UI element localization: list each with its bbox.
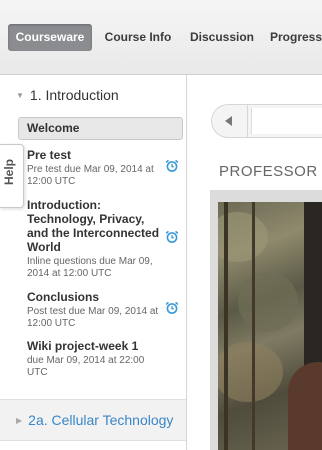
sequence-tab[interactable]	[251, 108, 322, 134]
alarm-clock-icon	[165, 159, 179, 172]
video-player[interactable]	[210, 190, 322, 450]
sequence-due-date: Inline questions due Mar 09, 2014 at 12:…	[27, 256, 153, 279]
video-frame-image	[218, 202, 322, 450]
alarm-clock-icon	[165, 301, 179, 314]
chevron-right-icon: ▶	[16, 416, 23, 425]
help-label: Help	[2, 158, 16, 185]
help-tab[interactable]: Help	[0, 144, 24, 208]
speaker-silhouette	[288, 362, 322, 450]
tab-course-info[interactable]: Course Info	[100, 24, 176, 51]
course-nav-bar: Courseware Course Info Discussion Progre…	[0, 0, 322, 75]
chapter-introduction[interactable]: ▼ 1. Introduction	[16, 87, 119, 103]
chapter-title-label: 1. Introduction	[29, 87, 119, 103]
foliage-patch	[238, 272, 298, 332]
sequence-nav-bar	[211, 104, 322, 138]
sequence-title: Pre test	[27, 148, 72, 162]
sequence-introduction[interactable]: Introduction: Technology, Privacy, and t…	[27, 198, 162, 280]
sequence-due-date: Pre test due Mar 09, 2014 at 12:00 UTC	[27, 164, 154, 187]
sequence-title: Wiki project-week 1	[27, 339, 139, 353]
sequence-welcome[interactable]: Welcome	[18, 117, 183, 140]
sequence-due-date: Post test due Mar 09, 2014 at 12:00 UTC	[27, 306, 159, 329]
chapter-cellular-technology[interactable]: ▶ 2a. Cellular Technology	[0, 399, 186, 441]
sequence-title: Introduction: Technology, Privacy, and t…	[27, 198, 160, 254]
sequence-pre-test[interactable]: Pre test Pre test due Mar 09, 2014 at 12…	[27, 148, 162, 188]
chevron-down-icon: ▼	[16, 91, 24, 100]
chapter-title-label: 2a. Cellular Technology	[28, 412, 174, 428]
tab-progress[interactable]: Progress	[266, 24, 322, 51]
tab-discussion[interactable]: Discussion	[186, 24, 258, 51]
previous-arrow-icon[interactable]	[212, 105, 248, 137]
tab-courseware[interactable]: Courseware	[8, 24, 92, 51]
sequence-title: Conclusions	[27, 290, 100, 304]
tree-trunk	[224, 202, 228, 450]
alarm-clock-icon	[165, 230, 179, 243]
unit-title: PROFESSOR S	[219, 163, 322, 180]
course-sidebar: ▼ 1. Introduction Welcome Pre test Pre te…	[0, 75, 187, 450]
sequence-wiki-project[interactable]: Wiki project-week 1 due Mar 09, 2014 at …	[27, 339, 162, 379]
sequence-due-date: due Mar 09, 2014 at 22:00 UTC	[27, 355, 145, 378]
sequence-conclusions[interactable]: Conclusions Post test due Mar 09, 2014 a…	[27, 290, 162, 330]
tree-trunk	[252, 202, 255, 450]
